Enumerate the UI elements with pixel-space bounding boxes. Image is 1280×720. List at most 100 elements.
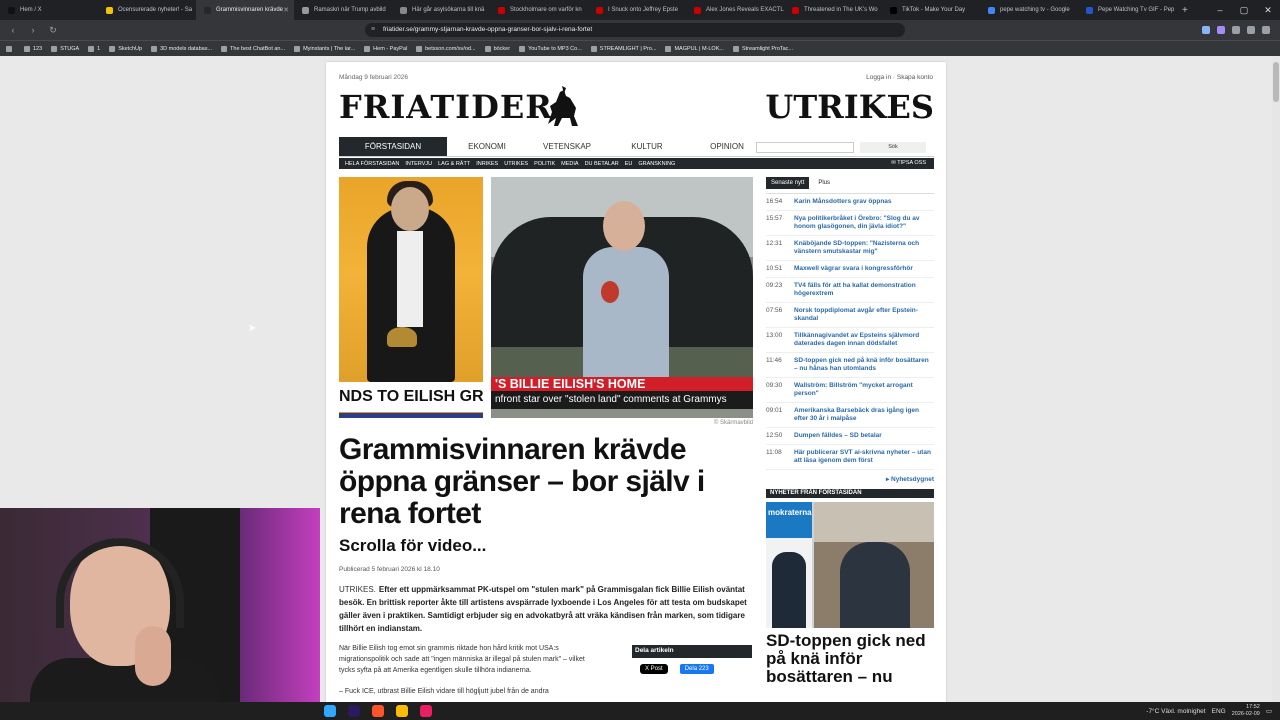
minimize-icon[interactable]: – <box>1208 0 1232 20</box>
news-item[interactable]: 12:31 Knäböjande SD-toppen: "Nazisterna o… <box>766 236 934 261</box>
scrollbar-thumb[interactable] <box>1273 62 1279 102</box>
subnav-politik[interactable]: Politik <box>534 161 555 167</box>
news-item[interactable]: 09:23 TV4 fälls för att ha kallat demonst… <box>766 278 934 303</box>
close-tab-icon[interactable]: ✕ <box>283 6 289 14</box>
bookmark-item[interactable]: 1 <box>88 45 100 52</box>
search-input[interactable] <box>756 142 854 153</box>
login-link[interactable]: Logga in · Skapa konto <box>866 74 933 81</box>
subnav-media[interactable]: Media <box>561 161 578 167</box>
browser-tab[interactable]: Ocensurerade nyheter! - Sa <box>98 0 196 20</box>
news-title-link[interactable]: Här publicerar SVT ai-skrivna nyheter – … <box>794 449 934 465</box>
app-icon[interactable] <box>420 705 432 717</box>
extension-icon[interactable] <box>1232 26 1240 34</box>
subnav-du-betalar[interactable]: Du betalar <box>585 161 619 167</box>
news-title-link[interactable]: TV4 fälls för att ha kallat demonstratio… <box>794 282 934 298</box>
subnav-hela-forstasidan[interactable]: Hela förstasidan <box>345 161 399 167</box>
back-icon[interactable]: ‹ <box>6 25 20 35</box>
extension-icon[interactable] <box>1217 26 1225 34</box>
bookmark-item[interactable]: Hem - PayPal <box>364 45 407 52</box>
news-title-link[interactable]: Karin Månsdotters grav öppnas <box>794 198 892 206</box>
site-info-icon[interactable]: ≡ <box>371 23 375 37</box>
url-field[interactable]: ≡ friatider.se/grammy-stjarnan-kravde-op… <box>365 23 905 37</box>
subnav-intervju[interactable]: Intervju <box>405 161 432 167</box>
tipsa-oss-link[interactable]: ✉ TIPSA OSS <box>891 158 926 169</box>
bookmark-item[interactable]: 3D models databas... <box>151 45 212 52</box>
bookmark-item[interactable]: SketchUp <box>109 45 142 52</box>
news-title-link[interactable]: Amerikanska Barsebäck dras igång igen ef… <box>794 407 934 423</box>
news-item[interactable]: 16:54 Karin Månsdotters grav öppnas <box>766 194 934 211</box>
nyhetsdygnet-link[interactable]: ▸ Nyhetsdygnet <box>766 475 934 483</box>
browser-tab[interactable]: TikTok - Make Your Day <box>882 0 980 20</box>
apps-icon[interactable] <box>6 45 15 52</box>
bookmark-item[interactable]: betsson.com/sv/od... <box>416 45 476 52</box>
browser-tab[interactable]: Alex Jones Reveals EXACTL <box>686 0 784 20</box>
nav-ekonomi[interactable]: Ekonomi <box>447 137 527 156</box>
news-item[interactable]: 07:56 Norsk toppdiplomat avgår efter Epst… <box>766 303 934 328</box>
subnav-lag-ratt[interactable]: Lag & rätt <box>438 161 470 167</box>
browser-tab[interactable]: Ramaskri när Trump avbild <box>294 0 392 20</box>
maximize-icon[interactable]: ▢ <box>1232 0 1256 20</box>
tab-senaste-nytt[interactable]: Senaste nytt <box>766 177 810 189</box>
news-item[interactable]: 13:00 Tillkännagivandet av Epsteins själv… <box>766 328 934 353</box>
nav-opinion[interactable]: Opinion <box>687 137 767 156</box>
browser-tab[interactable]: I Snuck onto Jeffrey Epste <box>588 0 686 20</box>
news-item[interactable]: 10:51 Maxwell vägrar svara i kongressförh… <box>766 261 934 278</box>
notification-icon[interactable]: ▭ <box>1266 707 1272 715</box>
browser-tab[interactable]: Hem / X <box>0 0 98 20</box>
subnav-eu[interactable]: EU <box>625 161 633 167</box>
browser-tab[interactable]: Stockholmare om varför kn <box>490 0 588 20</box>
news-title-link[interactable]: Wallström: Billström "mycket arrogant pe… <box>794 382 934 398</box>
browser-tab[interactable]: Grammisvinnaren krävde ✕ <box>196 0 294 20</box>
bookmark-item[interactable]: Myinstants | The lar... <box>294 45 355 52</box>
subnav-inrikes[interactable]: Inrikes <box>476 161 498 167</box>
brave-icon[interactable] <box>372 705 384 717</box>
front-story-image[interactable]: mokraterna <box>766 502 934 628</box>
chrome-icon[interactable] <box>396 705 408 717</box>
news-item[interactable]: 15:57 Nya politikerbråket i Örebro: "Slog… <box>766 211 934 236</box>
bookmark-item[interactable]: YouTube to MP3 Co... <box>519 45 582 52</box>
front-story-headline[interactable]: SD-toppen gick ned på knä inför bosättar… <box>766 632 934 686</box>
news-item[interactable]: 11:46 SD-toppen gick ned på knä inför bos… <box>766 353 934 378</box>
facebook-share-button[interactable]: Dela 223 <box>679 664 714 674</box>
news-title-link[interactable]: SD-toppen gick ned på knä inför bosättar… <box>794 357 934 373</box>
tab-plus[interactable]: Plus <box>813 177 835 189</box>
news-item[interactable]: 11:08 Här publicerar SVT ai-skrivna nyhet… <box>766 445 934 470</box>
nav-vetenskap[interactable]: Vetenskap <box>527 137 607 156</box>
reload-icon[interactable]: ↻ <box>46 25 60 36</box>
clock[interactable]: 17:52 2026-02-09 <box>1232 704 1260 718</box>
news-title-link[interactable]: Norsk toppdiplomat avgår efter Epstein-s… <box>794 307 934 323</box>
news-title-link[interactable]: Dumpen fälldes – SD betalar <box>794 432 882 440</box>
browser-tab[interactable]: pepe watching tv - Google <box>980 0 1078 20</box>
bookmark-item[interactable]: 123 <box>24 45 42 52</box>
browser-tab[interactable]: Pepe Watching Tv GIF - Pep <box>1078 0 1176 20</box>
news-title-link[interactable]: Nya politikerbråket i Örebro: "Slog du a… <box>794 215 934 231</box>
news-title-link[interactable]: Tillkännagivandet av Epsteins självmord … <box>794 332 934 348</box>
x-post-button[interactable]: X Post <box>640 664 668 674</box>
page-scrollbar[interactable] <box>1272 56 1280 702</box>
hero-image[interactable]: NDS TO EILISH GRAM 'S BILLIE EILISH'S HO… <box>339 177 753 418</box>
news-item[interactable]: 09:01 Amerikanska Barsebäck dras igång ig… <box>766 403 934 428</box>
forward-icon[interactable]: › <box>26 25 40 35</box>
news-item[interactable]: 09:30 Wallström: Billström "mycket arroga… <box>766 378 934 403</box>
browser-tab[interactable]: Threatened in The UK's Wo <box>784 0 882 20</box>
bookmark-item[interactable]: MAGPUL | M-LOK... <box>665 45 724 52</box>
bookmark-item[interactable]: böcker <box>484 45 510 52</box>
nav-forstasidan[interactable]: Förstasidan <box>339 137 447 156</box>
premiere-icon[interactable] <box>348 705 360 717</box>
weather-text[interactable]: -7°C Växl. molnighet <box>1146 708 1205 715</box>
news-title-link[interactable]: Knäböjande SD-toppen: "Nazisterna och vä… <box>794 240 934 256</box>
bookmark-item[interactable]: Streamlight ProTac... <box>732 45 793 52</box>
photoshop-icon[interactable] <box>324 705 336 717</box>
subnav-granskning[interactable]: Granskning <box>638 161 675 167</box>
download-icon[interactable] <box>1247 26 1255 34</box>
subnav-utrikes[interactable]: Utrikes <box>504 161 528 167</box>
nav-kultur[interactable]: Kultur <box>607 137 687 156</box>
site-logo[interactable]: FRIATIDER <box>339 88 553 126</box>
bookmark-item[interactable]: The best ChatBot an... <box>221 45 285 52</box>
bookmark-item[interactable]: STUGA <box>51 45 79 52</box>
close-window-icon[interactable]: ✕ <box>1256 0 1280 20</box>
menu-icon[interactable] <box>1262 26 1270 34</box>
browser-tab[interactable]: Här går asylsökarna till knä <box>392 0 490 20</box>
search-button[interactable]: Sök <box>860 142 926 153</box>
new-tab-button[interactable]: + <box>1176 5 1194 16</box>
